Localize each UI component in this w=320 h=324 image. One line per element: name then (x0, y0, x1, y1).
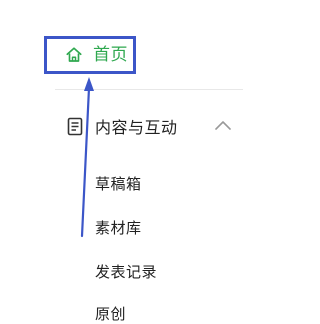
sidebar-item-home-label: 首页 (93, 45, 128, 65)
sidebar-item-materials[interactable]: 素材库 (95, 217, 142, 238)
sidebar-item-publish-records[interactable]: 发表记录 (95, 261, 157, 282)
sidebar-item-home[interactable]: 首页 (44, 36, 136, 74)
home-icon (64, 45, 84, 65)
sidebar-item-drafts[interactable]: 草稿箱 (95, 173, 142, 194)
sidebar-group-label: 内容与互动 (95, 118, 178, 137)
chevron-up-icon[interactable] (214, 118, 232, 132)
sidebar-item-original[interactable]: 原创 (95, 303, 126, 324)
sidebar: 首页 内容与互动 草稿箱 素材库 发表记录 原创 (0, 0, 284, 323)
sidebar-divider (55, 89, 243, 90)
document-icon (66, 116, 83, 136)
sidebar-group-content-interaction[interactable]: 内容与互动 (66, 112, 246, 140)
